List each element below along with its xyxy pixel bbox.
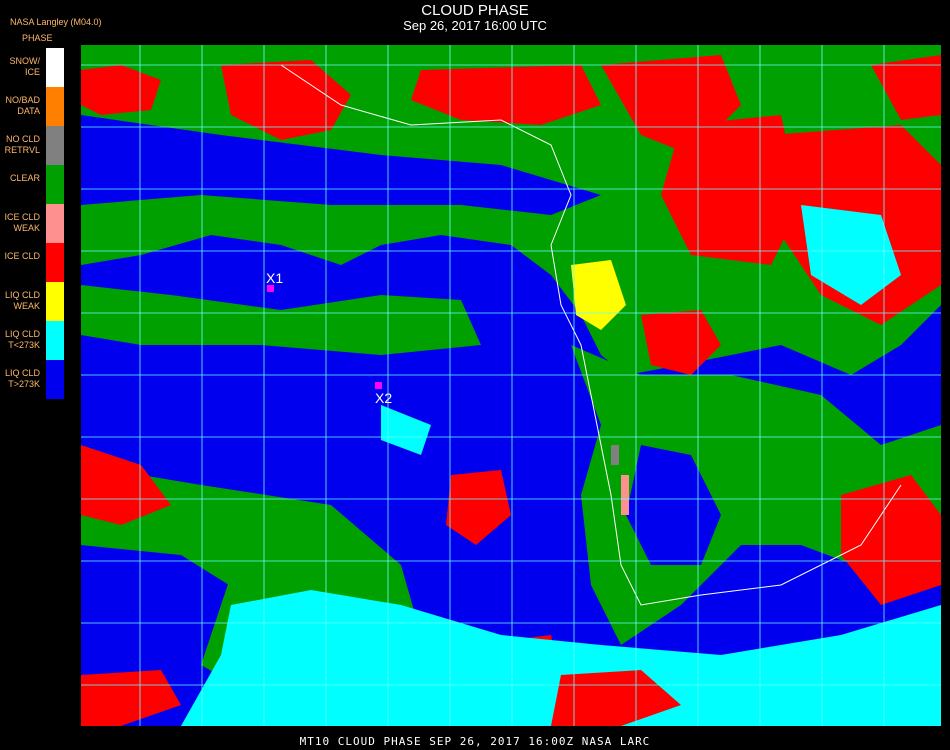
legend-label: CLEAR — [9, 173, 40, 183]
phase-legend: SNOW/ ICE NO/BAD DATA NO CLD RETRVL CLEA… — [0, 48, 64, 399]
marker-x1-dot — [267, 285, 274, 292]
legend-label: NO/BAD DATA — [5, 95, 40, 116]
product-credit: NASA Langley (M04.0) — [10, 17, 102, 27]
marker-x1-label: X1 — [266, 270, 283, 286]
legend-item-liquid-cloud-warm: LIQ CLD T>273K — [0, 360, 64, 399]
legend-item-snow-ice: SNOW/ ICE — [0, 48, 64, 87]
legend-label: LIQ CLD T<273K — [4, 329, 40, 350]
legend-swatch — [46, 165, 64, 204]
legend-title: PHASE — [22, 33, 53, 43]
map-title: CLOUD PHASE — [421, 2, 529, 19]
liquid-cloud-cold-patch — [381, 405, 431, 455]
marker-x2-label: X2 — [375, 390, 392, 406]
legend-item-ice-cloud: ICE CLD — [0, 243, 64, 282]
legend-label: ICE CLD WEAK — [4, 212, 40, 233]
legend-swatch — [46, 360, 64, 399]
map-svg: X1 X2 — [81, 45, 941, 726]
legend-swatch — [46, 321, 64, 360]
legend-label: ICE CLD — [4, 251, 40, 261]
footer-caption: MT10 CLOUD PHASE SEP 26, 2017 16:00Z NAS… — [299, 735, 651, 748]
legend-swatch — [46, 204, 64, 243]
legend-swatch — [46, 87, 64, 126]
legend-item-no-bad-data: NO/BAD DATA — [0, 87, 64, 126]
legend-swatch — [46, 243, 64, 282]
legend-swatch — [46, 48, 64, 87]
clear-region-central-west — [81, 285, 481, 355]
legend-label: SNOW/ ICE — [9, 56, 41, 77]
ice-cloud-central-south — [446, 470, 511, 545]
map-timestamp: Sep 26, 2017 16:00 UTC — [403, 18, 547, 33]
marker-x2-dot — [375, 382, 382, 389]
legend-item-liquid-cloud-weak: LIQ CLD WEAK — [0, 282, 64, 321]
legend-item-no-cloud-retrieval: NO CLD RETRVL — [0, 126, 64, 165]
legend-item-clear: CLEAR — [0, 165, 64, 204]
legend-swatch — [46, 126, 64, 165]
legend-label: LIQ CLD WEAK — [4, 290, 40, 311]
legend-item-ice-cloud-weak: ICE CLD WEAK — [0, 204, 64, 243]
legend-label: LIQ CLD T>273K — [4, 368, 40, 389]
no-retrieval-patch — [611, 445, 619, 465]
ice-cloud-weak-patch — [621, 475, 629, 515]
legend-label: NO CLD RETRVL — [4, 134, 40, 155]
cloud-phase-map: X1 X2 — [81, 45, 941, 726]
legend-item-liquid-cloud-cold: LIQ CLD T<273K — [0, 321, 64, 360]
legend-swatch — [46, 282, 64, 321]
ice-cloud-southwest — [81, 670, 181, 726]
